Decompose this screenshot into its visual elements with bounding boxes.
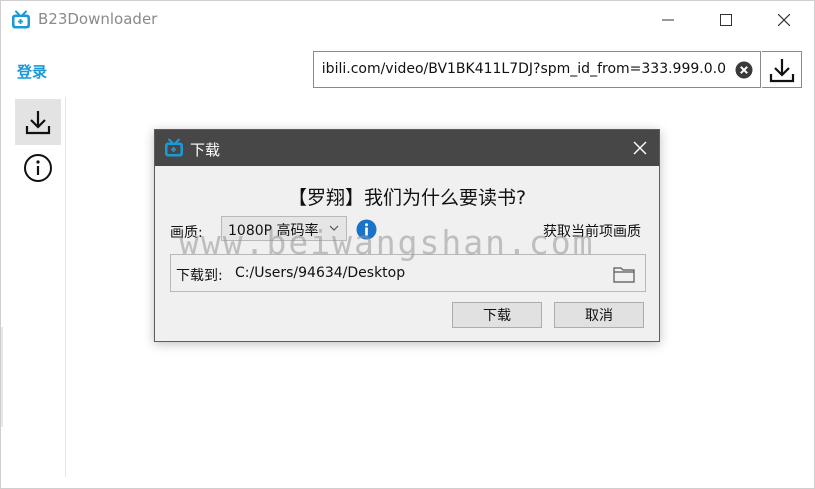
get-quality-link[interactable]: 获取当前项画质 [543, 221, 641, 241]
chevron-down-icon [329, 225, 339, 231]
clear-icon[interactable] [735, 61, 753, 79]
login-link[interactable]: 登录 [17, 61, 47, 82]
url-input-value: ibili.com/video/BV1BK411L7DJ?spm_id_from… [321, 61, 726, 77]
dialog-title: 下载 [190, 141, 221, 159]
maximize-icon [720, 14, 732, 26]
quality-dropdown[interactable]: 1080P 高码率 [221, 216, 347, 241]
bilibili-tv-icon [12, 10, 30, 29]
main-window: B23Downloader 登录 ibili.com/video/BV1BK41… [0, 0, 815, 489]
minimize-button[interactable] [638, 1, 698, 39]
sidebar [1, 97, 66, 477]
download-confirm-button[interactable]: 下载 [452, 302, 542, 328]
close-button[interactable] [754, 1, 814, 39]
folder-icon[interactable] [613, 265, 635, 283]
sidebar-item-downloads[interactable] [15, 99, 61, 145]
download-button[interactable] [762, 51, 802, 88]
quality-selected-value: 1080P 高码率 [228, 223, 319, 239]
app-title: B23Downloader [38, 10, 158, 28]
dialog-title-bar: 下载 [155, 130, 659, 166]
download-icon [25, 111, 51, 135]
save-path-value: C:/Users/94634/Desktop [235, 265, 406, 281]
download-icon [769, 58, 794, 82]
dialog-close-icon[interactable] [631, 139, 649, 157]
download-dialog: 下载 【罗翔】我们为什么要读书? 画质: 1080P 高码率 获取当前项画质 下… [154, 129, 660, 342]
info-icon [24, 154, 52, 182]
sidebar-edge-mark [1, 327, 3, 427]
sidebar-item-about[interactable] [15, 145, 61, 191]
close-icon [778, 14, 790, 26]
maximize-button[interactable] [696, 1, 756, 39]
save-path-field[interactable]: 下载到: C:/Users/94634/Desktop [170, 254, 646, 292]
video-title: 【罗翔】我们为什么要读书? [287, 187, 527, 209]
title-bar: B23Downloader [1, 1, 814, 39]
save-to-label: 下载到: [176, 268, 223, 284]
bilibili-tv-icon [165, 138, 183, 157]
minimize-icon [662, 19, 674, 21]
quality-label: 画质: [170, 225, 203, 241]
cancel-button[interactable]: 取消 [554, 302, 644, 328]
url-input[interactable]: ibili.com/video/BV1BK411L7DJ?spm_id_from… [313, 51, 761, 88]
info-icon[interactable] [356, 219, 377, 240]
